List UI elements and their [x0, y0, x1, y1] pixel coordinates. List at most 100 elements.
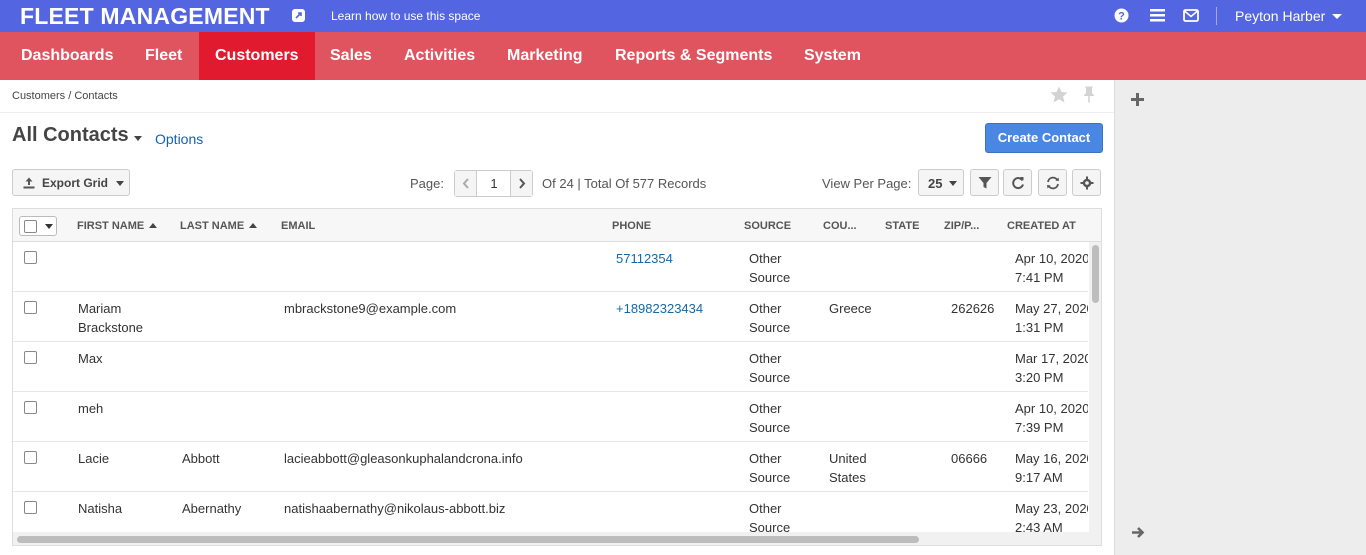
- vertical-scrollbar[interactable]: [1089, 242, 1101, 532]
- view-per-page-label: View Per Page:: [822, 176, 912, 191]
- create-contact-button[interactable]: Create Contact: [985, 123, 1103, 153]
- column-header-phone[interactable]: PHONE: [612, 220, 651, 232]
- cell-created-at: Apr 10, 2020 7:39 PM: [1015, 399, 1088, 437]
- cell-phone-link[interactable]: +18982323434: [616, 299, 703, 318]
- svg-text:?: ?: [1118, 11, 1125, 23]
- sort-asc-icon: [249, 223, 258, 228]
- row-checkbox[interactable]: [24, 501, 37, 514]
- help-icon[interactable]: ?: [1114, 8, 1129, 28]
- column-header-zip[interactable]: ZIP/P...: [944, 220, 979, 232]
- prev-page-button[interactable]: [455, 171, 477, 196]
- column-header-state[interactable]: STATE: [885, 220, 919, 232]
- column-header-created-at[interactable]: CREATED AT: [1007, 220, 1076, 232]
- created-time: 7:41 PM: [1015, 270, 1064, 285]
- cell-first-name: meh: [78, 401, 104, 416]
- filter-button[interactable]: [970, 169, 999, 196]
- created-date: Apr 10, 2020: [1015, 401, 1088, 416]
- chevron-left-icon: [462, 178, 469, 189]
- external-link-icon[interactable]: [292, 9, 305, 22]
- pin-icon[interactable]: [1083, 86, 1095, 108]
- star-icon[interactable]: [1050, 86, 1068, 108]
- created-date: May 27, 2020: [1015, 301, 1088, 316]
- reset-button[interactable]: [1003, 169, 1032, 196]
- cell-email: mbrackstone9@example.com: [284, 301, 457, 316]
- table-row[interactable]: Natisha Abernathy natishaabernathy@nikol…: [13, 492, 1088, 532]
- breadcrumb[interactable]: Customers / Contacts: [12, 90, 118, 102]
- cell-last-name: Abernathy: [182, 501, 242, 516]
- row-checkbox[interactable]: [24, 301, 37, 314]
- refresh-icon: [1047, 176, 1059, 190]
- select-all-checkbox[interactable]: [24, 220, 37, 233]
- view-per-page-select[interactable]: 25: [918, 169, 964, 196]
- select-all-dropdown[interactable]: [19, 216, 57, 236]
- column-header-label: FIRST NAME: [77, 220, 145, 232]
- page-info: Of 24 | Total Of 577 Records: [542, 176, 707, 191]
- sort-asc-icon: [149, 223, 158, 228]
- cell-created-at: Apr 10, 2020 7:41 PM: [1015, 249, 1088, 287]
- column-header-last-name[interactable]: LAST NAME: [180, 220, 258, 232]
- table-row[interactable]: Max Other Source Mar 17, 2020 3:20 PM: [13, 342, 1088, 392]
- created-time: 3:20 PM: [1015, 370, 1064, 385]
- cell-phone-link[interactable]: 57112354: [616, 249, 673, 268]
- cell-created-at: Mar 17, 2020 3:20 PM: [1015, 349, 1088, 387]
- table-row[interactable]: Mariam Brackstone mbrackstone9@example.c…: [13, 292, 1088, 342]
- nav-item-reports-segments[interactable]: Reports & Segments: [599, 32, 788, 80]
- table-row[interactable]: 57112354 Other Source Apr 10, 2020 7:41 P…: [13, 242, 1088, 292]
- table-row[interactable]: Lacie Abbott lacieabbott@gleasonkuphalan…: [13, 442, 1088, 492]
- reset-icon: [1012, 177, 1024, 189]
- refresh-button[interactable]: [1038, 169, 1067, 196]
- scrollbar-thumb[interactable]: [1092, 245, 1099, 303]
- top-bar: FLEET MANAGEMENT Learn how to use this s…: [0, 0, 1366, 32]
- mail-icon[interactable]: [1183, 9, 1199, 27]
- cell-first-name: Mariam Brackstone: [78, 301, 144, 335]
- user-menu[interactable]: Peyton Harber: [1235, 8, 1325, 24]
- cell-source: Other Source: [749, 301, 791, 335]
- page-number-input[interactable]: 1: [477, 171, 511, 196]
- nav-item-sales[interactable]: Sales: [314, 32, 388, 80]
- sidebar-panel: [1114, 80, 1366, 555]
- column-header-email[interactable]: EMAIL: [281, 220, 315, 232]
- menu-icon[interactable]: [1150, 9, 1165, 27]
- plus-icon[interactable]: [1131, 93, 1144, 111]
- created-time: 9:17 AM: [1015, 470, 1063, 485]
- created-time: 2:43 AM: [1015, 520, 1063, 532]
- chevron-down-icon[interactable]: [1332, 14, 1342, 19]
- options-link[interactable]: Options: [155, 131, 203, 147]
- column-header-first-name[interactable]: FIRST NAME: [77, 220, 158, 232]
- cell-created-at: May 23, 2020 2:43 AM: [1015, 499, 1088, 532]
- cell-first-name: Lacie: [78, 451, 110, 466]
- nav-item-activities[interactable]: Activities: [388, 32, 491, 80]
- grid-body: 57112354 Other Source Apr 10, 2020 7:41 P…: [13, 242, 1088, 532]
- export-grid-button[interactable]: Export Grid: [12, 169, 130, 196]
- chevron-down-icon[interactable]: [45, 224, 53, 229]
- cell-created-at: May 27, 2020 1:31 PM: [1015, 299, 1088, 337]
- created-date: May 23, 2020: [1015, 501, 1088, 516]
- row-checkbox[interactable]: [24, 351, 37, 364]
- chevron-down-icon[interactable]: [134, 136, 142, 141]
- created-time: 7:39 PM: [1015, 420, 1064, 435]
- nav-item-dashboards[interactable]: Dashboards: [5, 32, 129, 80]
- nav-item-fleet[interactable]: Fleet: [129, 32, 198, 80]
- cell-source: Other Source: [749, 501, 791, 532]
- row-checkbox[interactable]: [24, 251, 37, 264]
- column-header-country[interactable]: COU...: [823, 220, 857, 232]
- gear-icon: [1080, 176, 1094, 190]
- row-checkbox[interactable]: [24, 401, 37, 414]
- cell-zip: 262626: [951, 301, 995, 316]
- nav-item-system[interactable]: System: [788, 32, 877, 80]
- arrow-right-icon[interactable]: [1131, 526, 1145, 544]
- cell-first-name: Natisha: [78, 501, 123, 516]
- grid-settings-button[interactable]: [1072, 169, 1101, 196]
- column-header-source[interactable]: SOURCE: [744, 220, 791, 232]
- cell-email: lacieabbott@gleasonkuphalandcrona.info: [284, 451, 523, 466]
- app-brand[interactable]: FLEET MANAGEMENT: [20, 3, 270, 30]
- table-row[interactable]: meh Other Source Apr 10, 2020 7:39 PM: [13, 392, 1088, 442]
- row-checkbox[interactable]: [24, 451, 37, 464]
- horizontal-scrollbar[interactable]: [13, 532, 1101, 545]
- next-page-button[interactable]: [510, 171, 532, 196]
- nav-item-marketing[interactable]: Marketing: [491, 32, 599, 80]
- cell-created-at: May 16, 2020 9:17 AM: [1015, 449, 1088, 487]
- help-link[interactable]: Learn how to use this space: [331, 9, 480, 23]
- nav-item-customers[interactable]: Customers: [199, 32, 315, 80]
- scrollbar-thumb[interactable]: [17, 536, 919, 543]
